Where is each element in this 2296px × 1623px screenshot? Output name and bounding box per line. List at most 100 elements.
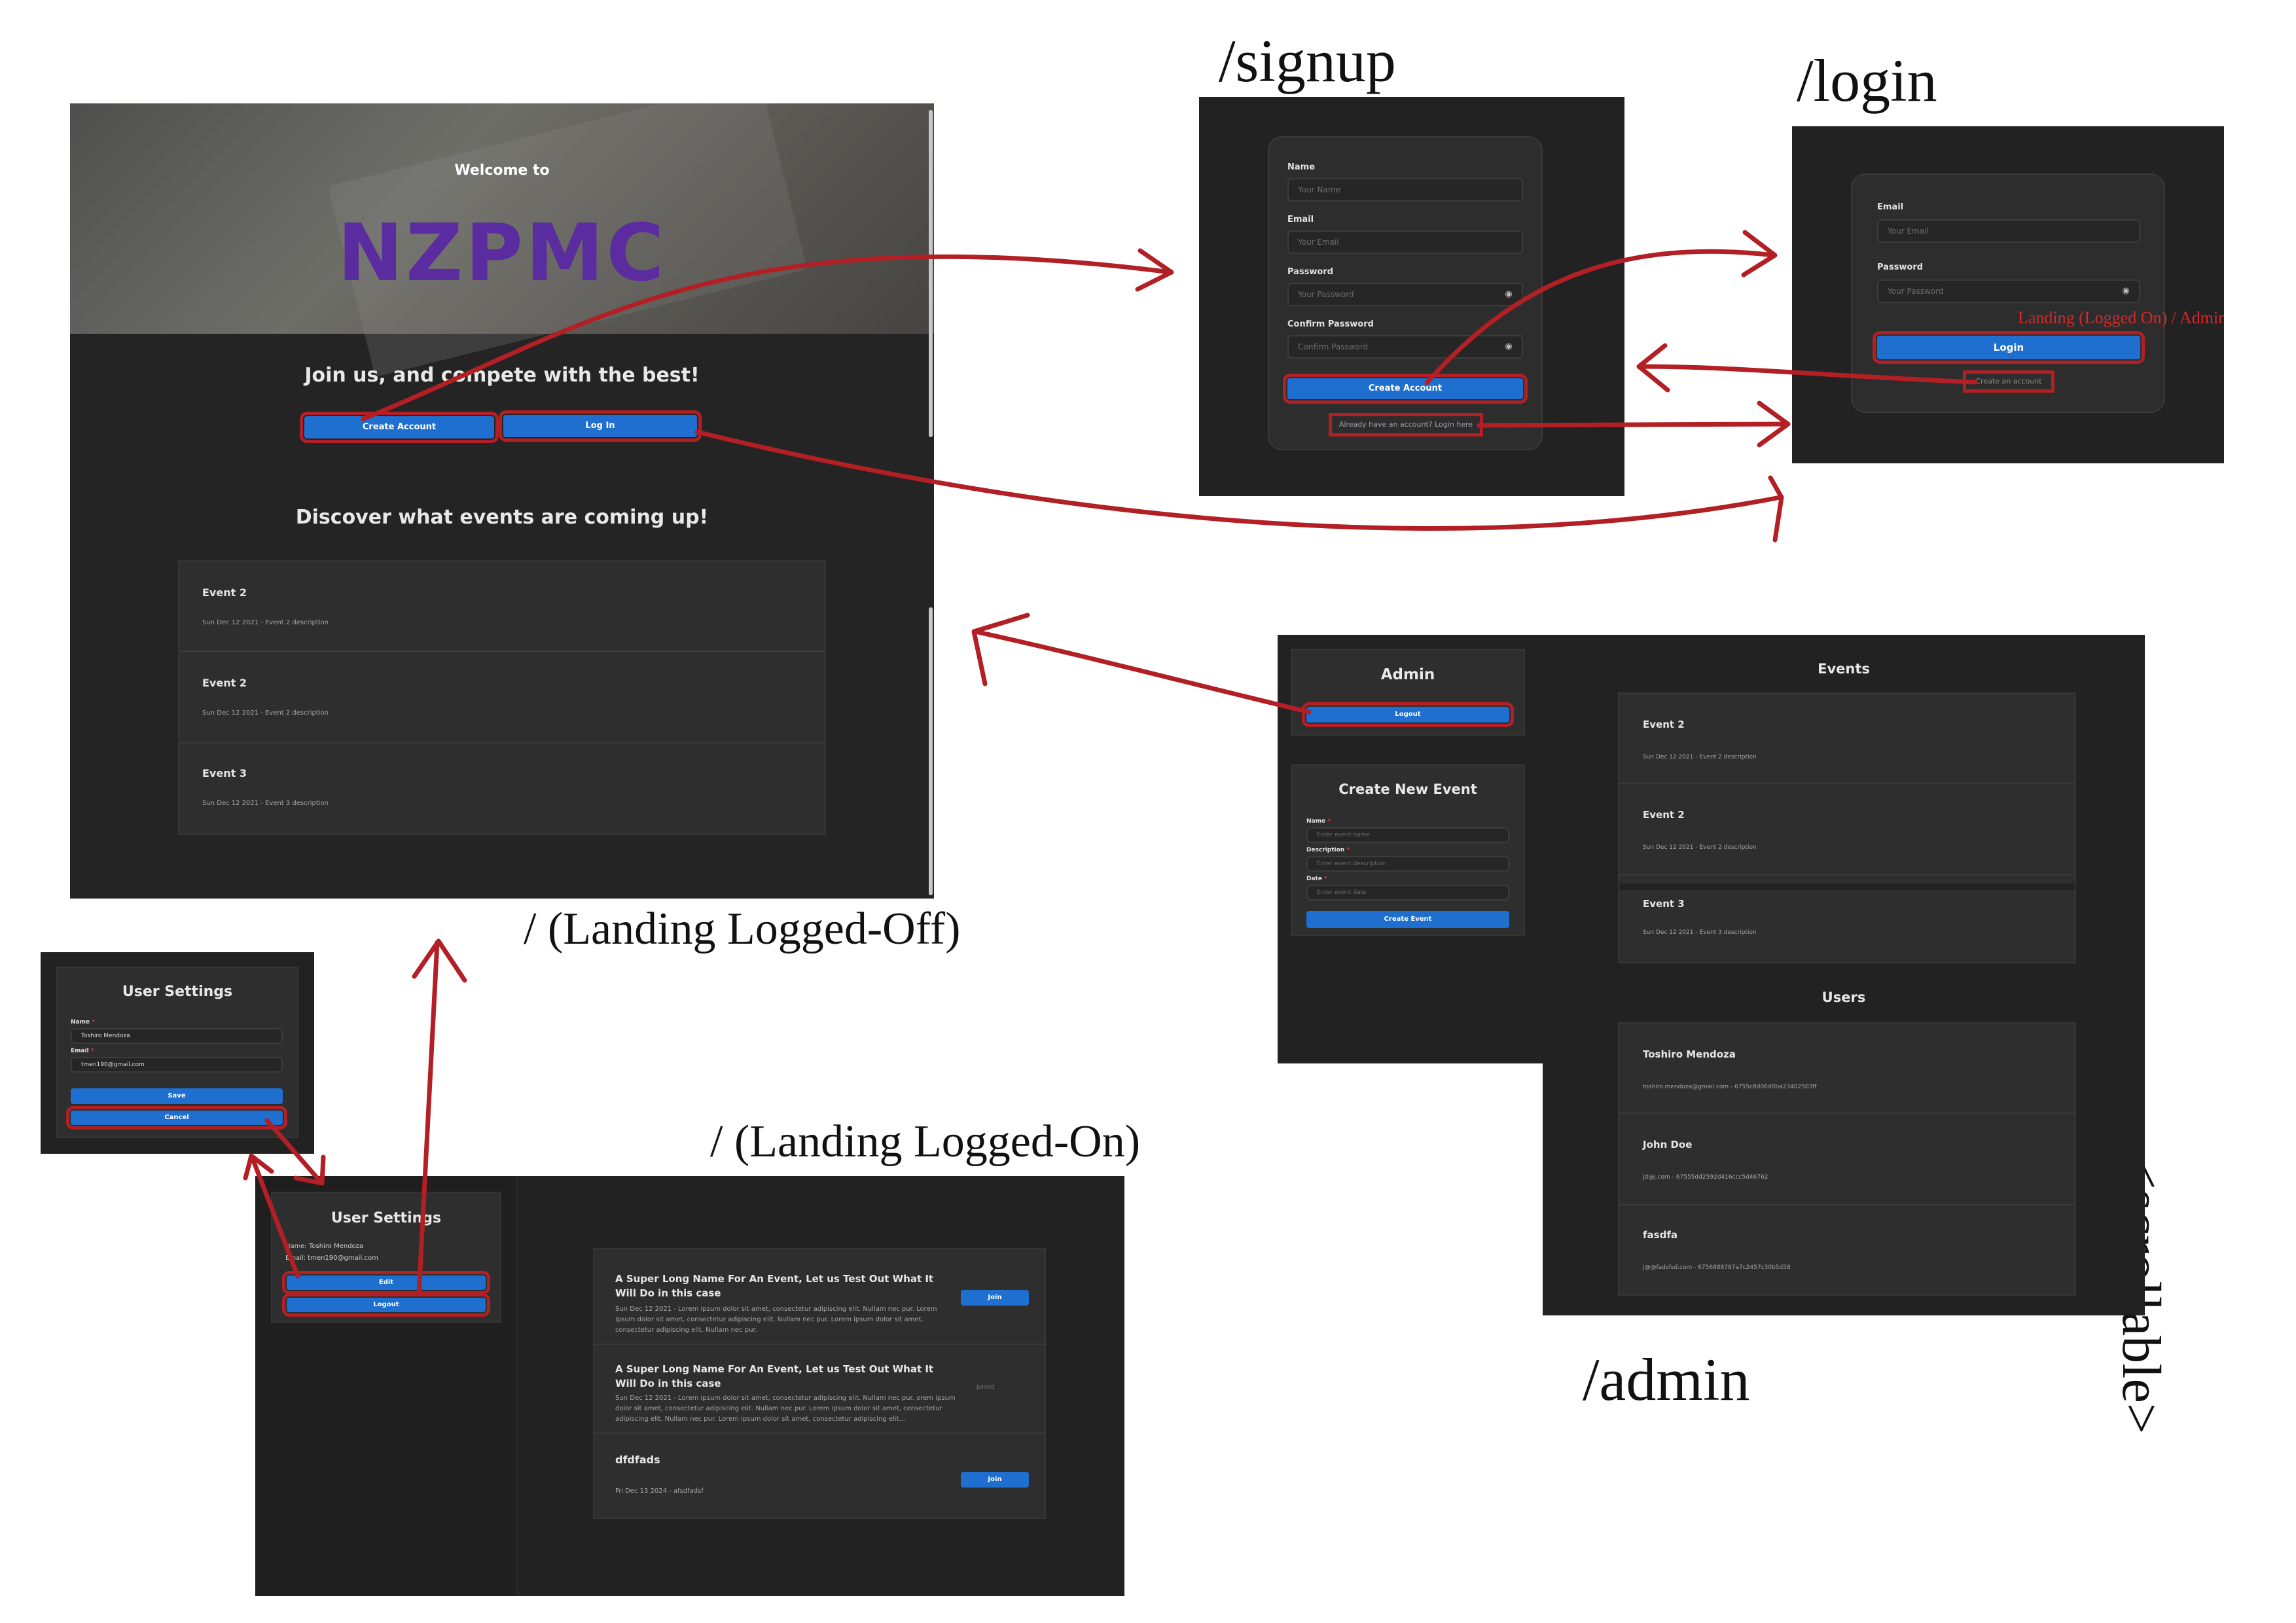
confirm-password-label: Confirm Password [1287, 319, 1374, 329]
event-description: Sun Dec 12 2021 - Event 2 description [1643, 754, 1757, 760]
user-settings-title: User Settings [331, 1210, 442, 1226]
signup-screen: Name Your Name Email Your Email Password… [1199, 97, 1624, 496]
label-landing-logged-on: / (Landing Logged-On) [710, 1116, 1141, 1167]
email-field[interactable]: Your Email [1877, 219, 2140, 243]
email-field[interactable]: Your Email [1287, 230, 1523, 254]
list-item[interactable]: Event 2 Sun Dec 12 2021 - Event 2 descri… [1619, 694, 2075, 784]
nzpmc-logo: NZPMC [337, 208, 667, 299]
create-account-link[interactable]: Create an account [1963, 370, 2054, 393]
event-description: Sun Dec 12 2021 - Lorem ipsum dolor sit … [615, 1395, 956, 1423]
scrollbar-upper[interactable] [929, 110, 933, 437]
landing-logged-off-screen: Welcome to NZPMC Join us, and compete wi… [70, 103, 934, 899]
event-description-field[interactable]: Enter event description [1306, 856, 1509, 872]
event-title: Event 2 [202, 586, 247, 599]
eye-icon[interactable]: ◉ [1503, 342, 1514, 352]
edit-button[interactable]: Edit [282, 1271, 490, 1294]
event-title: A Super Long Name For An Event, Let us T… [615, 1363, 934, 1389]
password-placeholder: Your Password [1298, 290, 1354, 299]
arrow-admin-logout-to-landing [973, 629, 1312, 715]
list-item[interactable]: Event 2 Sun Dec 12 2021 - Event 2 descri… [1619, 785, 2075, 876]
event-description: Sun Dec 12 2021 - Event 3 description [1643, 929, 1757, 936]
login-annotation: Landing (Logged On) / Admin [2018, 308, 2224, 327]
admin-sidebar-screen: Admin Logout Create New Event Name * Ent… [1278, 635, 1543, 1063]
label-landing-logged-off: / (Landing Logged-Off) [524, 904, 961, 954]
eye-icon[interactable]: ◉ [1503, 289, 1514, 300]
admin-panel: Admin Logout [1291, 649, 1525, 736]
login-card: Email Your Email Password Your Password … [1851, 173, 2165, 413]
list-item[interactable]: A Super Long Name For An Event, Let us T… [594, 1249, 1045, 1345]
scrollbar-lower[interactable] [929, 607, 933, 895]
user-name-line: Name: Toshiro Mendoza [285, 1243, 364, 1250]
list-item[interactable]: Event 3 Sun Dec 12 2021 - Event 3 descri… [1619, 883, 2075, 963]
confirm-password-placeholder: Confirm Password [1298, 342, 1369, 351]
admin-logout-button[interactable]: Logout [1302, 702, 1514, 727]
user-settings-panel: User Settings Name: Toshiro Mendoza Emai… [271, 1192, 501, 1323]
login-submit-button[interactable]: Login [1873, 331, 2145, 364]
name-field[interactable]: Toshiro Mendoza [71, 1028, 283, 1044]
list-item[interactable]: fasdfa j@@fadsfsd.com - 6756888787a7c245… [1619, 1207, 2075, 1296]
landing-logged-on-screen: User Settings Name: Toshiro Mendoza Emai… [255, 1176, 1124, 1596]
arrowhead [1768, 475, 1784, 543]
event-title: Event 2 [202, 677, 247, 689]
event-description: Sun Dec 12 2021 - Event 3 description [202, 800, 329, 807]
list-item[interactable]: Event 2 Sun Dec 12 2021 - Event 2 descri… [179, 653, 825, 743]
name-field[interactable]: Your Name [1287, 178, 1523, 202]
event-name-field[interactable]: Enter event name [1306, 827, 1509, 843]
user-email-line: Email: tmen190@gmail.com [285, 1255, 378, 1262]
joined-status: Joined [977, 1384, 995, 1391]
event-date-field[interactable]: Enter event date [1306, 885, 1509, 901]
create-account-submit-button[interactable]: Create Account [1283, 374, 1528, 404]
signup-card: Name Your Name Email Your Email Password… [1268, 136, 1543, 450]
password-field[interactable]: Your Password ◉ [1287, 283, 1523, 306]
arrowhead [412, 938, 467, 983]
label-login: /login [1797, 47, 1937, 114]
hero-banner: Welcome to NZPMC [70, 103, 934, 377]
login-screen: Email Your Email Password Your Password … [1792, 126, 2224, 463]
label-signup: /signup [1219, 27, 1396, 94]
list-item[interactable]: Event 3 Sun Dec 12 2021 - Event 3 descri… [179, 745, 825, 835]
create-account-button[interactable]: Create Account [300, 412, 499, 443]
email-label: Email * [71, 1048, 94, 1054]
arrowhead [1135, 248, 1174, 292]
my-events-list: A Super Long Name For An Event, Let us T… [593, 1248, 1046, 1519]
arrowhead [971, 613, 1030, 687]
user-settings-edit-screen: User Settings Name * Toshiro Mendoza Ema… [41, 952, 314, 1154]
login-button[interactable]: Log In [499, 410, 702, 442]
list-item[interactable]: John Doe jd@j.com - 67555dd2592d416ccc5d… [1619, 1115, 2075, 1205]
user-name: Toshiro Mendoza [1643, 1048, 1736, 1060]
list-item[interactable]: dfdfads Fri Dec 13 2024 - afsdfadsf Join [594, 1435, 1045, 1519]
description-label: Description * [1306, 847, 1350, 853]
password-field[interactable]: Your Password ◉ [1877, 279, 2140, 303]
create-event-panel: Create New Event Name * Enter event name… [1291, 764, 1525, 936]
event-title: Event 2 [1643, 809, 1685, 821]
welcome-text: Welcome to [454, 162, 550, 179]
list-item[interactable]: Toshiro Mendoza toshiro.mendoza@gmail.co… [1619, 1024, 2075, 1114]
event-description: Sun Dec 12 2021 - Event 2 description [1643, 844, 1757, 851]
password-label: Password [1877, 262, 1924, 272]
label-admin: /admin [1583, 1346, 1750, 1413]
save-button[interactable]: Save [71, 1088, 283, 1104]
event-description: Sun Dec 12 2021 - Event 2 description [202, 619, 329, 626]
user-settings-title: User Settings [122, 984, 233, 1000]
users-title: Users [1821, 990, 1866, 1005]
name-label: Name * [71, 1019, 95, 1026]
list-item[interactable]: A Super Long Name For An Event, Let us T… [594, 1346, 1045, 1434]
user-name: fasdfa [1643, 1229, 1677, 1241]
create-event-button[interactable]: Create Event [1306, 911, 1509, 928]
confirm-password-field[interactable]: Confirm Password ◉ [1287, 335, 1523, 359]
logout-button[interactable]: Logout [282, 1293, 490, 1317]
admin-users-list: Toshiro Mendoza toshiro.mendoza@gmail.co… [1618, 1022, 2076, 1296]
list-item[interactable]: Event 2 Sun Dec 12 2021 - Event 2 descri… [179, 562, 825, 652]
cancel-button[interactable]: Cancel [66, 1106, 287, 1130]
join-button[interactable]: Join [961, 1290, 1029, 1306]
event-title: Event 2 [1643, 719, 1685, 730]
login-here-link[interactable]: Already have an account? Login here [1329, 413, 1483, 437]
join-button[interactable]: Join [961, 1472, 1029, 1488]
email-label: Email [1287, 215, 1314, 224]
admin-title: Admin [1380, 666, 1435, 683]
email-field[interactable]: tmen190@gmail.com [71, 1057, 283, 1073]
events-title: Events [1818, 661, 1870, 677]
eye-icon[interactable]: ◉ [2121, 286, 2131, 296]
password-label: Password [1287, 267, 1334, 277]
event-title: Event 3 [1643, 898, 1685, 910]
